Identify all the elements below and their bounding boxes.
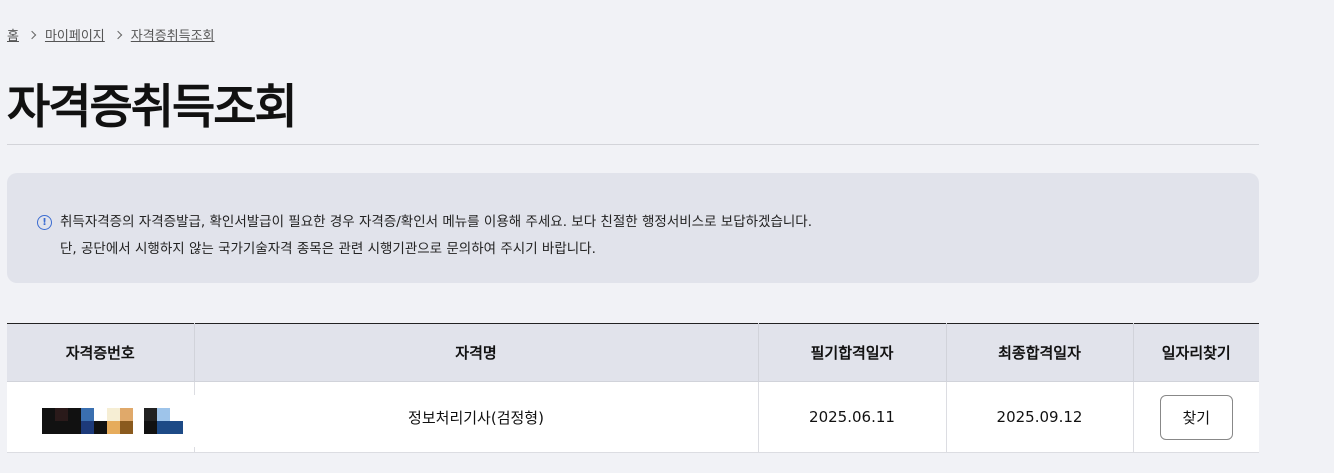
breadcrumb-home[interactable]: 홈	[7, 25, 19, 44]
page-title: 자격증취득조회	[7, 80, 298, 135]
written-date-cell: 2025.06.11	[758, 381, 947, 453]
notice-line-1: 취득자격증의 자격증발급, 확인서발급이 필요한 경우 자격증/확인서 메뉴를 …	[60, 214, 813, 230]
header-final-date: 최종합격일자	[946, 323, 1134, 382]
chevron-right-icon	[27, 30, 37, 39]
job-search-cell: 찾기	[1133, 381, 1259, 453]
breadcrumb-mypage[interactable]: 마이페이지	[45, 25, 105, 44]
find-job-button[interactable]: 찾기	[1159, 394, 1233, 440]
table-header-row: 자격증번호 자격명 필기합격일자 최종합격일자 일자리찾기	[7, 323, 1259, 382]
table-row: 정보처리기사(검정형) 2025.06.11 2025.09.12 찾기	[7, 381, 1259, 453]
header-written-date: 필기합격일자	[758, 323, 947, 382]
header-job-search: 일자리찾기	[1133, 323, 1259, 382]
title-divider	[7, 144, 1259, 145]
cert-number-cell	[7, 381, 197, 453]
breadcrumb: 홈 마이페이지 자격증취득조회	[7, 25, 215, 44]
certificate-table-wrap: 자격증번호 자격명 필기합격일자 최종합격일자 일자리찾기 정보처리기사(검정형…	[7, 323, 1259, 453]
header-cert-name: 자격명	[194, 323, 759, 382]
notice-line-2: 단, 공단에서 시행하지 않는 국가기술자격 종목은 관련 시행기관으로 문의하…	[60, 241, 596, 257]
chevron-right-icon	[113, 30, 123, 39]
redacted-cert-number	[12, 395, 197, 447]
breadcrumb-current[interactable]: 자격증취득조회	[131, 25, 215, 44]
header-cert-number: 자격증번호	[7, 323, 195, 382]
certificate-table: 자격증번호 자격명 필기합격일자 최종합격일자 일자리찾기 정보처리기사(검정형…	[7, 323, 1259, 453]
cert-name-cell: 정보처리기사(검정형)	[194, 381, 759, 453]
final-date-cell: 2025.09.12	[946, 381, 1134, 453]
info-icon: !	[37, 215, 52, 230]
notice-box: ! 취득자격증의 자격증발급, 확인서발급이 필요한 경우 자격증/확인서 메뉴…	[7, 173, 1259, 283]
